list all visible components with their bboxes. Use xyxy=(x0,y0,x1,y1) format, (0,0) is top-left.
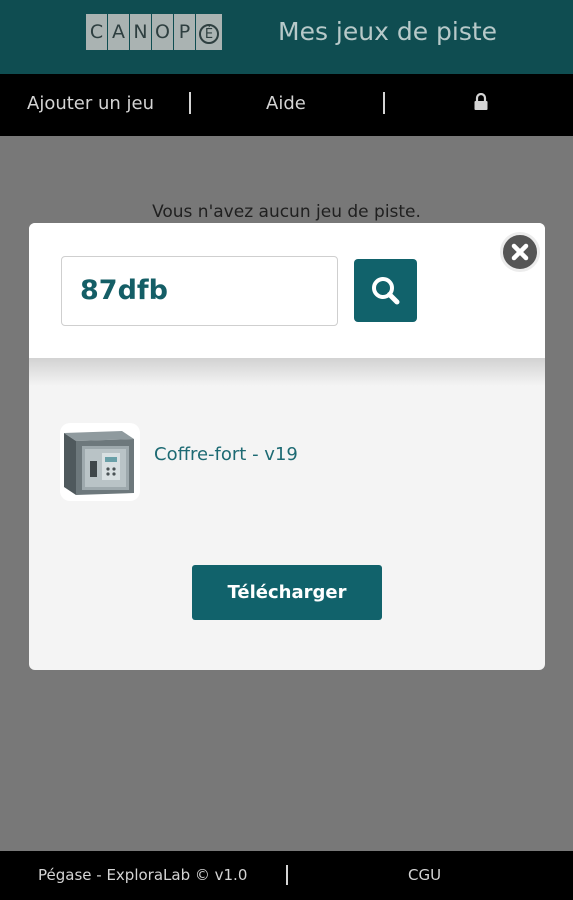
safe-icon xyxy=(64,431,134,495)
logo-letter: N xyxy=(130,14,151,50)
search-button[interactable] xyxy=(354,259,417,322)
logo-letter: O xyxy=(152,14,173,50)
download-button[interactable]: Télécharger xyxy=(192,565,382,620)
canope-logo: C A N O P É xyxy=(86,14,223,50)
game-result-item[interactable]: Coffre-fort - v19 xyxy=(60,423,520,501)
close-button[interactable] xyxy=(500,232,540,272)
game-thumbnail xyxy=(60,423,140,501)
game-name: Coffre-fort - v19 xyxy=(154,444,298,465)
footer-terms-link[interactable]: CGU xyxy=(408,866,441,884)
empty-state-message: Vous n'avez aucun jeu de piste. xyxy=(152,202,421,222)
search-input[interactable]: 87dfb xyxy=(61,256,338,326)
modal-divider xyxy=(29,358,545,386)
close-icon xyxy=(511,243,529,261)
logo-letter-circled: É xyxy=(199,24,219,44)
logo-letter: P xyxy=(174,14,195,50)
footer-credits: Pégase - ExploraLab © v1.0 xyxy=(38,866,248,884)
logo-letter: A xyxy=(108,14,129,50)
footer-divider xyxy=(286,865,288,885)
search-icon xyxy=(372,277,400,305)
nav-help[interactable]: Aide xyxy=(266,93,306,114)
search-modal: 87dfb Coffre-fort - v19 Télécharger xyxy=(29,223,545,670)
logo-letter: C xyxy=(86,14,107,50)
nav-divider xyxy=(189,92,191,114)
logo-letter: É xyxy=(196,14,222,50)
lock-icon[interactable] xyxy=(473,93,489,111)
app-header: C A N O P É Mes jeux de piste xyxy=(0,0,573,74)
nav-divider xyxy=(383,92,385,114)
app-footer: Pégase - ExploraLab © v1.0 CGU xyxy=(0,851,573,900)
nav-add-game[interactable]: Ajouter un jeu xyxy=(27,93,154,114)
page-title: Mes jeux de piste xyxy=(278,17,498,46)
